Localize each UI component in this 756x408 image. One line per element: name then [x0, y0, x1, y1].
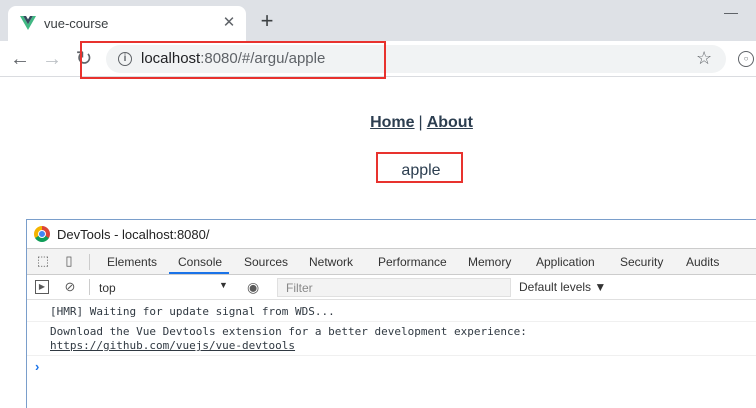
- context-dropdown-icon[interactable]: ▼: [219, 280, 228, 290]
- tab-network[interactable]: Network: [309, 255, 353, 269]
- toolbar-divider: [89, 279, 90, 295]
- vue-logo-icon: [20, 16, 36, 30]
- filter-placeholder: Filter: [286, 281, 313, 295]
- tab-console[interactable]: Console: [178, 255, 222, 269]
- console-message-text: Download the Vue Devtools extension for …: [50, 325, 527, 338]
- forward-arrow-icon[interactable]: →: [40, 47, 64, 71]
- minimize-icon[interactable]: [724, 4, 738, 14]
- chrome-logo-icon: [34, 226, 50, 242]
- console-message: [HMR] Waiting for update signal from WDS…: [27, 302, 756, 322]
- clear-console-icon[interactable]: ⊘: [63, 280, 77, 294]
- log-levels-dropdown[interactable]: Default levels ▼: [519, 280, 606, 294]
- console-message: Download the Vue Devtools extension for …: [27, 322, 756, 356]
- devtools-titlebar: DevTools - localhost:8080/: [27, 220, 756, 248]
- tab-close-icon[interactable]: ✕: [220, 14, 238, 32]
- console-filter-input[interactable]: Filter: [277, 278, 511, 297]
- tab-security[interactable]: Security: [620, 255, 663, 269]
- tab-sources[interactable]: Sources: [244, 255, 288, 269]
- tab-elements[interactable]: Elements: [107, 255, 157, 269]
- devtools-tab-bar: ⬚ ▯ Elements Console Sources Network Per…: [27, 248, 756, 275]
- address-highlight-box: [80, 41, 386, 79]
- nav-link-about[interactable]: About: [427, 114, 473, 131]
- page-nav: Home | About: [0, 114, 756, 132]
- nav-separator: |: [418, 114, 423, 131]
- devtools-link[interactable]: https://github.com/vuejs/vue-devtools: [50, 339, 295, 352]
- browser-tab[interactable]: vue-course ✕: [8, 6, 246, 41]
- tab-title: vue-course: [44, 16, 109, 31]
- toolbar-divider: [89, 254, 90, 270]
- console-toolbar: ▶ ⊘ top ▼ ◉ Filter Default levels ▼: [27, 275, 756, 300]
- tab-strip: vue-course ✕ +: [0, 0, 756, 41]
- back-arrow-icon[interactable]: ←: [8, 47, 32, 71]
- param-highlight-box: [376, 152, 463, 183]
- tab-performance[interactable]: Performance: [378, 255, 447, 269]
- tab-application[interactable]: Application: [536, 255, 595, 269]
- console-prompt-icon[interactable]: ›: [35, 359, 39, 374]
- console-message-text: [HMR] Waiting for update signal from WDS…: [50, 305, 335, 318]
- tab-audits[interactable]: Audits: [686, 255, 719, 269]
- tab-memory[interactable]: Memory: [468, 255, 511, 269]
- inspect-element-icon[interactable]: ⬚: [36, 254, 50, 268]
- extension-icon[interactable]: ○: [738, 51, 754, 67]
- live-expression-eye-icon[interactable]: ◉: [247, 279, 259, 296]
- device-toolbar-icon[interactable]: ▯: [62, 254, 76, 268]
- nav-link-home[interactable]: Home: [370, 114, 414, 131]
- devtools-title: DevTools - localhost:8080/: [57, 227, 210, 242]
- new-tab-button[interactable]: +: [256, 10, 278, 32]
- devtools-window: DevTools - localhost:8080/ ⬚ ▯ Elements …: [26, 219, 756, 408]
- active-tab-indicator: [169, 272, 229, 274]
- sidebar-toggle-icon[interactable]: ▶: [35, 280, 49, 294]
- context-select[interactable]: top: [99, 281, 116, 295]
- bookmark-star-icon[interactable]: ☆: [696, 48, 712, 69]
